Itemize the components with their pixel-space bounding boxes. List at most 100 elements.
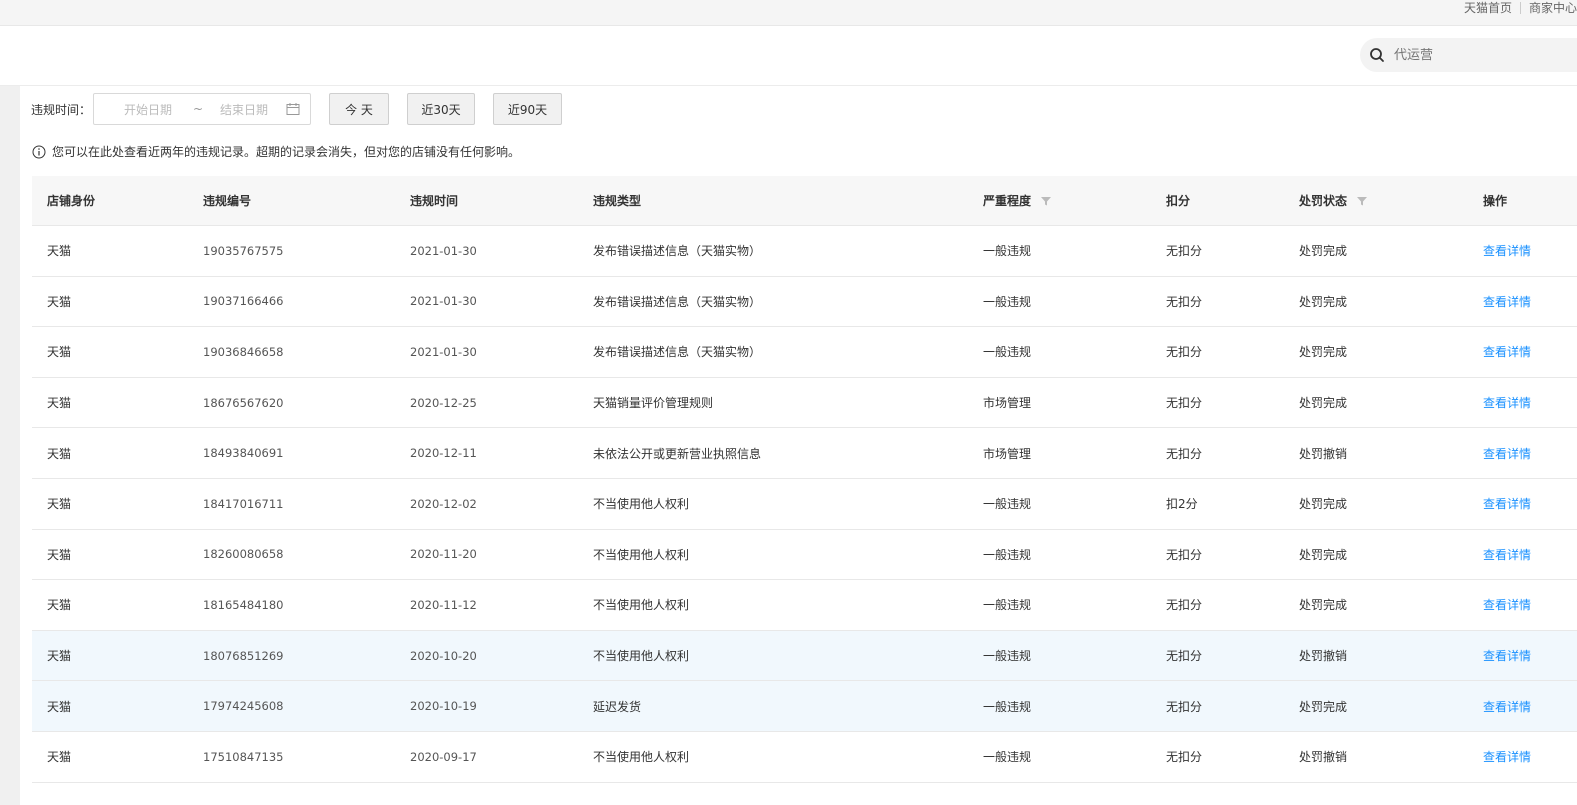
header-penalty-status-label: 处罚状态	[1299, 194, 1348, 208]
view-details-link[interactable]: 查看详情	[1468, 748, 1577, 765]
date-range-picker[interactable]: 开始日期 ~ 结束日期	[93, 93, 311, 125]
cell-violation-type: 延迟发货	[578, 698, 968, 715]
cell-store-identity-text: 天猫	[47, 649, 72, 664]
table-row[interactable]: 天猫 18260080658 2020-11-20 不当使用他人权利 一般违规 无扣分 处罚…	[32, 530, 1577, 581]
cell-violation-type-text: 发布错误描述信息（天猫实物）	[593, 244, 762, 259]
cell-store-identity-text: 天猫	[47, 699, 72, 714]
date-filter: 违规时间： 开始日期 ~ 结束日期 今 天 近30天 近90天	[31, 93, 562, 125]
view-details-link-text[interactable]: 查看详情	[1483, 497, 1531, 511]
header-store-identity: 店铺身份	[47, 194, 96, 208]
view-details-link-text[interactable]: 查看详情	[1483, 700, 1531, 714]
view-details-link-text[interactable]: 查看详情	[1483, 548, 1531, 562]
table-row[interactable]: 天猫 19036846658 2021-01-30 发布错误描述信息（天猫实物） 一般违…	[32, 327, 1577, 378]
cell-violation-type: 发布错误描述信息（天猫实物）	[578, 343, 968, 360]
cell-violation-id-text: 18493840691	[203, 446, 284, 461]
cell-violation-time-text: 2020-12-25	[410, 395, 477, 410]
table-row[interactable]: 天猫 18417016711 2020-12-02 不当使用他人权利 一般违规 扣2分 处罚…	[32, 479, 1577, 530]
cell-severity-text: 一般违规	[983, 750, 1032, 765]
view-details-link[interactable]: 查看详情	[1468, 647, 1577, 664]
view-details-link[interactable]: 查看详情	[1468, 445, 1577, 462]
cell-deduction: 无扣分	[1151, 546, 1284, 563]
cell-violation-id: 17510847135	[188, 750, 395, 764]
search-input[interactable]	[1394, 47, 1554, 63]
cell-violation-time-text: 2021-01-30	[410, 243, 477, 258]
table-row[interactable]: 天猫 18493840691 2020-12-11 未依法公开或更新营业执照信息 市场管…	[32, 428, 1577, 479]
cell-violation-id: 18676567620	[188, 396, 395, 410]
cell-deduction: 无扣分	[1151, 445, 1284, 462]
cell-violation-type-text: 延迟发货	[593, 699, 642, 714]
cell-violation-type: 不当使用他人权利	[578, 495, 968, 512]
top-nav: 天猫首页 商家中心	[1456, 0, 1577, 16]
info-icon	[32, 145, 46, 159]
cell-severity: 一般违规	[968, 596, 1151, 613]
view-details-link[interactable]: 查看详情	[1468, 343, 1577, 360]
last-30-days-button[interactable]: 近30天	[407, 93, 475, 125]
filter-icon[interactable]	[1041, 196, 1052, 206]
cell-violation-time-text: 2021-01-30	[410, 344, 477, 359]
cell-violation-type: 天猫销量评价管理规则	[578, 394, 968, 411]
cell-violation-id-text: 17974245608	[203, 699, 284, 714]
calendar-icon[interactable]	[286, 102, 300, 119]
cell-store-identity: 天猫	[32, 495, 188, 512]
view-details-link-text[interactable]: 查看详情	[1483, 345, 1531, 359]
cell-store-identity: 天猫	[32, 343, 188, 360]
view-details-link[interactable]: 查看详情	[1468, 495, 1577, 512]
view-details-link-text[interactable]: 查看详情	[1483, 598, 1531, 612]
table-row[interactable]: 天猫 18076851269 2020-10-20 不当使用他人权利 一般违规 无扣分 处罚…	[32, 630, 1577, 682]
view-details-link[interactable]: 查看详情	[1468, 293, 1577, 310]
view-details-link[interactable]: 查看详情	[1468, 394, 1577, 411]
cell-store-identity: 天猫	[32, 698, 188, 715]
header-severity-label: 严重程度	[983, 194, 1032, 208]
view-details-link[interactable]: 查看详情	[1468, 698, 1577, 715]
cell-violation-id: 18260080658	[188, 547, 395, 561]
end-date-input[interactable]: 结束日期	[220, 101, 268, 118]
filter-label: 违规时间：	[31, 102, 92, 117]
cell-deduction: 无扣分	[1151, 748, 1284, 765]
last-90-days-button[interactable]: 近90天	[493, 93, 562, 125]
table-row[interactable]: 天猫 18676567620 2020-12-25 天猫销量评价管理规则 市场管理 无扣分…	[32, 378, 1577, 429]
cell-deduction: 无扣分	[1151, 242, 1284, 259]
cell-violation-type-text: 发布错误描述信息（天猫实物）	[593, 345, 762, 360]
filter-icon[interactable]	[1357, 196, 1368, 206]
cell-violation-type: 未依法公开或更新营业执照信息	[578, 445, 968, 462]
cell-deduction: 无扣分	[1151, 698, 1284, 715]
cell-store-identity-text: 天猫	[47, 244, 72, 259]
table-row[interactable]: 天猫 17974245608 2020-10-19 延迟发货 一般违规 无扣分 处罚完成 查看…	[32, 681, 1577, 732]
cell-severity-text: 一般违规	[983, 598, 1032, 613]
cell-violation-id: 19035767575	[188, 244, 395, 258]
cell-violation-time: 2020-11-20	[395, 547, 578, 561]
cell-deduction-text: 无扣分	[1166, 699, 1203, 714]
view-details-link-text[interactable]: 查看详情	[1483, 649, 1531, 663]
cell-penalty-status: 处罚撤销	[1284, 445, 1468, 462]
nav-merchant-center[interactable]: 商家中心	[1521, 2, 1577, 14]
cell-violation-id: 19036846658	[188, 345, 395, 359]
cell-deduction-text: 无扣分	[1166, 547, 1203, 562]
cell-deduction: 无扣分	[1151, 343, 1284, 360]
today-button[interactable]: 今 天	[329, 93, 389, 125]
cell-store-identity: 天猫	[32, 394, 188, 411]
nav-tmall-home[interactable]: 天猫首页	[1456, 2, 1521, 14]
search-icon[interactable]	[1367, 45, 1387, 65]
cell-penalty-status-text: 处罚完成	[1299, 396, 1348, 411]
cell-deduction-text: 无扣分	[1166, 244, 1203, 259]
cell-penalty-status-text: 处罚撤销	[1299, 750, 1348, 765]
cell-penalty-status: 处罚完成	[1284, 394, 1468, 411]
table-row[interactable]: 天猫 18165484180 2020-11-12 不当使用他人权利 一般违规 无扣分 处罚…	[32, 580, 1577, 631]
view-details-link-text[interactable]: 查看详情	[1483, 447, 1531, 461]
view-details-link-text[interactable]: 查看详情	[1483, 295, 1531, 309]
view-details-link[interactable]: 查看详情	[1468, 242, 1577, 259]
cell-severity: 一般违规	[968, 748, 1151, 765]
table-row[interactable]: 天猫 17510847135 2020-09-17 不当使用他人权利 一般违规 无扣分 处罚…	[32, 732, 1577, 783]
table-row[interactable]: 天猫 19035767575 2021-01-30 发布错误描述信息（天猫实物） 一般违…	[32, 226, 1577, 277]
view-details-link-text[interactable]: 查看详情	[1483, 750, 1531, 764]
header-action: 操作	[1483, 194, 1508, 208]
view-details-link-text[interactable]: 查看详情	[1483, 396, 1531, 410]
start-date-input[interactable]: 开始日期	[124, 101, 172, 118]
view-details-link[interactable]: 查看详情	[1468, 546, 1577, 563]
table-row[interactable]: 天猫 19037166466 2021-01-30 发布错误描述信息（天猫实物） 一般违…	[32, 277, 1577, 328]
notice-text: 您可以在此处查看近两年的违规记录。超期的记录会消失，但对您的店铺没有任何影响。	[52, 145, 521, 159]
cell-store-identity-text: 天猫	[47, 345, 72, 360]
search-box[interactable]	[1360, 38, 1577, 72]
view-details-link[interactable]: 查看详情	[1468, 596, 1577, 613]
view-details-link-text[interactable]: 查看详情	[1483, 244, 1531, 258]
